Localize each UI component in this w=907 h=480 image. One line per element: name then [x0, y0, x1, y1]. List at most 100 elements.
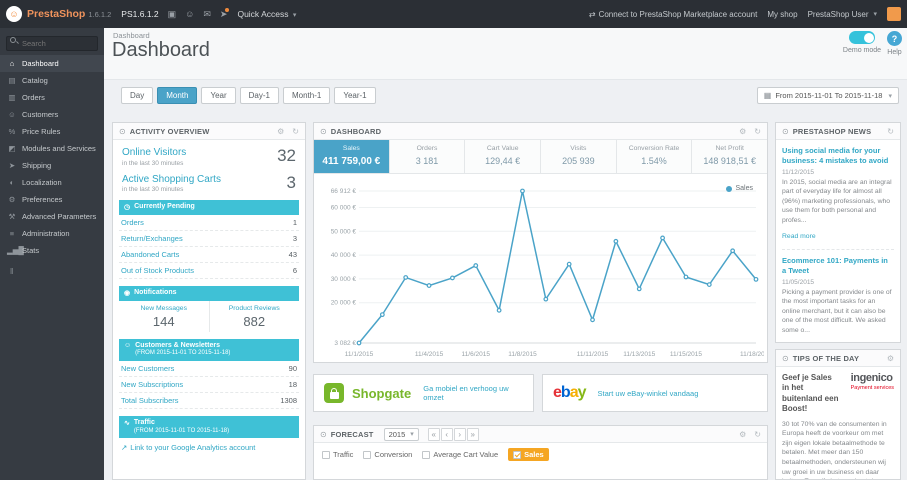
product-reviews-cell[interactable]: Product Reviews 882	[208, 300, 300, 332]
range-year-button[interactable]: Year	[201, 87, 236, 104]
brand-version: 1.6.1.2	[88, 9, 112, 19]
kpi-conversion-rate[interactable]: Conversion Rate 1.54%	[617, 140, 693, 173]
chart-legend: Sales	[726, 185, 753, 192]
sidebar-item-preferences[interactable]: ⚙ Preferences	[0, 191, 104, 208]
pending-row-orders[interactable]: Orders 1	[119, 215, 299, 231]
news-article-title[interactable]: Ecommerce 101: Payments in a Tweet	[782, 256, 894, 276]
shop-name[interactable]: PS1.6.1.2	[121, 9, 158, 19]
last-page-button[interactable]: »	[466, 427, 479, 441]
cart-icon[interactable]: ▣	[168, 9, 177, 20]
clock-icon: ◷	[124, 204, 131, 211]
sidebar-item-modules[interactable]: ◩ Modules and Services	[0, 140, 104, 157]
range-day-button[interactable]: Day	[121, 87, 154, 104]
kpi-net-profit[interactable]: Net Profit 148 918,51 €	[692, 140, 767, 173]
updates-icon[interactable]: ➤	[220, 7, 229, 20]
ebay-link[interactable]: Start uw eBay-winkel vandaag	[598, 389, 699, 398]
forecast-toggle-conversion[interactable]: Conversion	[363, 450, 412, 459]
sidebar-item-stats[interactable]: ▂▅█ Stats	[0, 242, 104, 259]
panel-icon: ⊙	[782, 126, 789, 136]
svg-text:11/6/2015: 11/6/2015	[462, 351, 491, 358]
range-day-1-button[interactable]: Day-1	[239, 87, 279, 104]
shopgate-logo-icon	[324, 383, 344, 403]
sales-chart: 66 912 € 60 000 € 50 000 € 40 000 € 30 000 €…	[319, 181, 767, 362]
new-messages-cell[interactable]: New Messages 144	[119, 301, 209, 332]
range-month-button[interactable]: Month	[157, 87, 198, 104]
marketplace-link[interactable]: ⇄ Connect to PrestaShop Marketplace accou…	[589, 10, 757, 19]
gear-icon[interactable]: ⚙	[887, 354, 894, 363]
notifications-cells: New Messages 144 Product Reviews 882	[119, 300, 300, 332]
row-value: 18	[288, 380, 297, 390]
kpi-visits[interactable]: Visits 205 939	[541, 140, 617, 173]
user-menu[interactable]: PrestaShop User ▾	[808, 10, 877, 19]
messages-icon[interactable]: ✉	[203, 9, 211, 20]
sidebar-item-label: Dashboard	[22, 59, 59, 68]
first-page-button[interactable]: «	[427, 427, 440, 441]
customer-icon[interactable]: ☺	[185, 9, 194, 19]
sidebar-item-advanced-parameters[interactable]: ⚒ Advanced Parameters	[0, 208, 104, 225]
topbar-right: ⇄ Connect to PrestaShop Marketplace accou…	[589, 7, 901, 21]
google-analytics-link[interactable]: ↗ Link to your Google Analytics account	[119, 438, 299, 457]
my-shop-link[interactable]: My shop	[767, 10, 797, 19]
section-header-traffic: ∿ Traffic (FROM 2015-11-01 TO 2015-11-18)	[119, 415, 299, 438]
row-new-customers[interactable]: New Customers 90	[119, 361, 299, 377]
sidebar-item-orders[interactable]: ▥ Orders	[0, 89, 104, 106]
refresh-icon[interactable]: ↻	[754, 430, 761, 439]
sidebar-item-dashboard[interactable]: ⌂ Dashboard	[0, 55, 104, 72]
kpi-cart-value[interactable]: Cart Value 129,44 €	[465, 140, 542, 173]
active-carts-stat: Active Shopping Carts in the last 30 min…	[113, 167, 305, 194]
pending-row-abandoned-carts[interactable]: Abandoned Carts 43	[119, 247, 299, 263]
refresh-icon[interactable]: ↻	[754, 127, 761, 136]
range-year-1-button[interactable]: Year-1	[334, 87, 376, 104]
pending-row-out-of-stock[interactable]: Out of Stock Products 6	[119, 263, 299, 279]
checkbox-icon	[322, 450, 330, 459]
prev-page-button[interactable]: ‹	[440, 427, 453, 441]
demo-mode-toggle[interactable]	[849, 31, 875, 44]
administration-icon: ≡	[9, 229, 15, 238]
sidebar-item-price-rules[interactable]: % Price Rules	[0, 123, 104, 140]
sidebar-item-administration[interactable]: ≡ Administration	[0, 225, 104, 242]
sidebar-item-catalog[interactable]: ▤ Catalog	[0, 72, 104, 89]
refresh-icon[interactable]: ↻	[292, 127, 299, 136]
pending-rows: Orders 1 Return/Exchanges 3 Abandoned Cart…	[119, 215, 299, 279]
avatar[interactable]	[887, 7, 901, 21]
quick-access-menu[interactable]: Quick Access ▾	[237, 9, 296, 19]
online-visitors-label: Online Visitors	[122, 147, 187, 158]
year-value: 2015	[388, 429, 406, 439]
next-page-button[interactable]: ›	[453, 427, 466, 441]
date-range-picker[interactable]: ▦ From 2015-11-01 To 2015-11-18 ▾	[756, 87, 899, 104]
chevron-down-icon: ▾	[410, 431, 414, 438]
search-input[interactable]	[6, 36, 98, 51]
svg-text:30 000 €: 30 000 €	[331, 276, 357, 283]
activity-panel-title: ACTIVITY OVERVIEW	[129, 126, 210, 136]
sidebar-item-shipping[interactable]: ➤ Shipping	[0, 157, 104, 174]
forecast-toggle-average-cart-value[interactable]: Average Cart Value	[422, 450, 498, 459]
kpi-value: 205 939	[562, 156, 595, 166]
sidebar-item-customers[interactable]: ☺ Customers	[0, 106, 104, 123]
gear-icon[interactable]: ⚙	[739, 430, 746, 439]
read-more-link[interactable]: Read more	[782, 233, 816, 240]
year-select[interactable]: 2015 ▾	[383, 427, 419, 441]
kpi-sales[interactable]: Sales 411 759,00 €	[314, 140, 390, 173]
row-total-subscribers[interactable]: Total Subscribers 1308	[119, 393, 299, 409]
shopgate-link[interactable]: Ga mobiel en verhoog uw omzet	[423, 384, 523, 402]
news-article-title[interactable]: Using social media for your business: 4 …	[782, 146, 894, 166]
sidebar-item-localization[interactable]: ◐ Localization	[0, 174, 104, 191]
gear-icon[interactable]: ⚙	[277, 127, 284, 136]
sidebar-item-label: Localization	[22, 178, 62, 187]
help-icon[interactable]: ?	[887, 31, 902, 46]
promo-shopgate: Shopgate Ga mobiel en verhoog uw omzet	[313, 374, 534, 412]
refresh-icon[interactable]: ↻	[887, 127, 894, 136]
checkbox-checked-icon	[513, 450, 522, 459]
kpi-label: Net Profit	[715, 145, 744, 152]
collapse-menu-icon[interactable]: ‖	[0, 267, 104, 276]
help-control: ? Help	[886, 31, 903, 56]
pending-row-returns[interactable]: Return/Exchanges 3	[119, 231, 299, 247]
forecast-toggle-sales[interactable]: Sales	[508, 448, 549, 461]
row-new-subscriptions[interactable]: New Subscriptions 18	[119, 377, 299, 393]
forecast-toggle-traffic[interactable]: Traffic	[322, 450, 353, 459]
kpi-orders[interactable]: Orders 3 181	[390, 140, 466, 173]
orders-icon: ▥	[8, 93, 16, 102]
range-month-1-button[interactable]: Month-1	[282, 87, 331, 104]
page-title: Dashboard	[112, 39, 210, 61]
gear-icon[interactable]: ⚙	[739, 127, 746, 136]
